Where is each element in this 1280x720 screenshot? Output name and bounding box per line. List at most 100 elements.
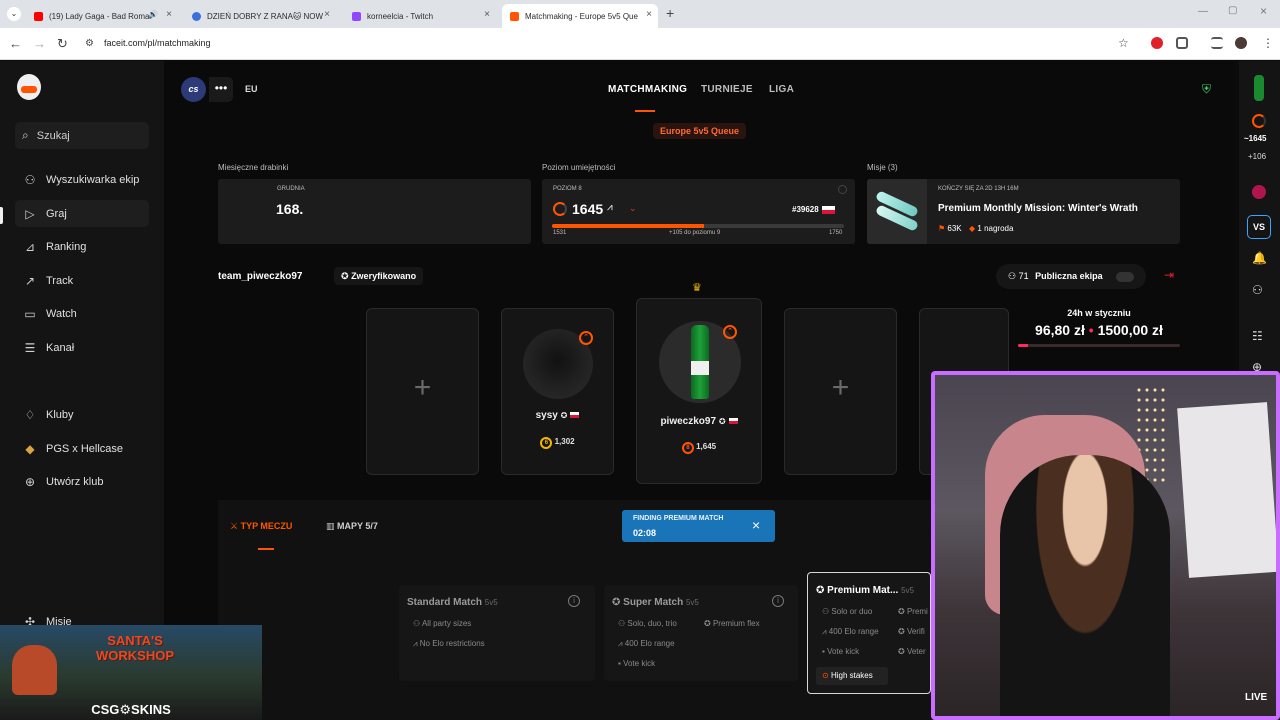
skill-level-card[interactable]: POZIOM 8 1645 ⩘ ⌄ #39628 1531 +105 do po… <box>542 179 855 244</box>
site-info-icon[interactable]: ⚙ <box>85 38 94 49</box>
info-icon[interactable]: i <box>568 595 580 607</box>
browser-tab-stream[interactable]: DZIEŃ DOBRY Z RANA🐱 NOW × <box>184 4 336 28</box>
profile-avatar[interactable] <box>1235 37 1247 49</box>
player-slot-self[interactable]: ⌃ piweczko97 ✪ 8 1,645 <box>636 298 762 484</box>
extensions-puzzle-icon[interactable] <box>1176 37 1188 49</box>
premium-flex-icon: ✪ <box>704 619 711 628</box>
sidebar-item-team-finder[interactable]: ⚇ Wyszukiwarka ekip <box>15 166 149 193</box>
minimize-button[interactable]: — <box>1198 6 1208 17</box>
sidebar-item-label: Ranking <box>46 240 87 253</box>
close-tab-icon[interactable]: × <box>646 9 652 20</box>
forward-icon[interactable]: → <box>33 36 46 51</box>
close-tab-icon[interactable]: × <box>324 9 330 20</box>
promo-title: SANTA'S WORKSHOP <box>96 633 174 663</box>
sidebar-item-ranking[interactable]: ⊿ Ranking <box>15 233 149 260</box>
close-tab-icon[interactable]: × <box>166 9 172 20</box>
url-field[interactable]: faceit.com/pl/matchmaking <box>104 38 211 48</box>
sidebar-item-watch[interactable]: ▭ Watch <box>15 300 149 327</box>
info-icon[interactable]: i <box>772 595 784 607</box>
tab-search-dropdown-icon[interactable]: ⌄ <box>7 7 21 21</box>
media-control-icon[interactable] <box>1211 37 1223 49</box>
tab-league[interactable]: LIGA <box>769 84 794 95</box>
browser-tab-twitch[interactable]: korneelcia - Twitch × <box>344 4 496 28</box>
sidebar-item-track[interactable]: ↗ Track <box>15 267 149 294</box>
tab-match-type-label: TYP MECZU <box>240 521 293 531</box>
goal-separator: • <box>1088 322 1094 338</box>
browser-tab-faceit[interactable]: Matchmaking - Europe 5v5 Que × <box>502 4 658 28</box>
promo-brand: CSG⚙SKINS <box>91 702 171 717</box>
super-match-card[interactable]: ✪ Super Match 5v5 i ⚇ Solo, duo, trio ✪ … <box>604 585 798 681</box>
rank-position: #39628 <box>792 205 835 214</box>
shield-icon[interactable]: ⛨ <box>1202 82 1211 97</box>
region-label[interactable]: EU <box>245 84 258 94</box>
browser-menu-icon[interactable]: ⋮ <box>1262 36 1274 50</box>
toggle-switch[interactable] <box>1116 272 1134 282</box>
friends-icon[interactable]: ⚇ <box>1252 283 1263 297</box>
empty-slot[interactable]: + <box>366 308 479 475</box>
info-icon[interactable] <box>838 185 847 194</box>
tab-matchmaking[interactable]: MATCHMAKING <box>608 84 687 95</box>
player-slot[interactable]: ⌃ sysy ✪ 6 1,302 <box>501 308 614 475</box>
tab-tournaments[interactable]: TURNIEJE <box>701 84 753 95</box>
card-mode: 5v5 <box>685 598 699 607</box>
sidebar-item-label: Kluby <box>46 408 74 421</box>
close-window-button[interactable]: × <box>1260 4 1267 18</box>
browser-tab-youtube[interactable]: (19) Lady Gaga - Bad Roma 🔊 × <box>26 4 178 28</box>
card-line: ⩘ No Elo restrictions <box>413 639 485 649</box>
card-line: ✪ Premium flex <box>704 619 760 628</box>
notifications-icon[interactable]: 🔔 <box>1252 251 1267 265</box>
queue-badge[interactable]: Europe 5v5 Queue <box>653 123 747 139</box>
sidebar-item-label: Kanał <box>46 341 75 354</box>
record-icon[interactable] <box>1252 185 1266 199</box>
empty-slot[interactable]: + <box>784 308 897 475</box>
verified-badge[interactable]: ✪ Zweryfikowano <box>334 267 424 285</box>
goal-progress-fill <box>1018 344 1029 347</box>
leave-party-icon[interactable]: ⇥ <box>1164 268 1174 282</box>
mission-card[interactable]: KOŃCZY SIĘ ZA 2D 13H 16M Premium Monthly… <box>867 179 1180 244</box>
youtube-icon <box>34 11 43 21</box>
sidebar-item-play[interactable]: ▷ Graj <box>15 200 149 227</box>
skill-heading: Poziom umiejętności <box>542 163 616 172</box>
card-line-text: Solo or duo <box>831 607 873 616</box>
sidebar-item-channel[interactable]: ☰ Kanał <box>15 334 149 361</box>
add-player-icon[interactable]: + <box>785 371 896 405</box>
bookmark-star-icon[interactable]: ☆ <box>1118 36 1129 50</box>
public-label: Publiczna ekipa <box>1035 271 1103 281</box>
verified-label: Zweryfikowano <box>351 271 417 281</box>
add-player-icon[interactable]: + <box>367 371 478 405</box>
reload-icon[interactable]: ↻ <box>57 36 68 52</box>
card-line-text: 400 Elo range <box>624 639 675 648</box>
address-bar: ← → ↻ ⚙ faceit.com/pl/matchmaking ☆ ⋮ <box>0 28 1280 60</box>
mini-elo: ~1645 <box>1244 134 1267 143</box>
reward-icon: ◆ <box>969 224 976 233</box>
stream-favicon-icon <box>192 11 201 21</box>
search-input[interactable]: ⌕ Szukaj <box>15 122 149 149</box>
back-icon[interactable]: ← <box>9 36 22 51</box>
party-list-icon[interactable]: ☷ <box>1252 329 1263 343</box>
extension-red-icon[interactable] <box>1151 37 1163 49</box>
tab-maps[interactable]: ▥ MAPY 5/7 <box>326 521 378 532</box>
user-logo-avatar[interactable] <box>17 74 41 100</box>
team-search-icon: ⚇ <box>24 172 36 187</box>
level-progress-fill <box>552 224 704 228</box>
cancel-search-button[interactable]: × <box>752 517 760 533</box>
flag-points-icon: ⚑ <box>938 224 946 233</box>
sidebar-item-create-club[interactable]: ⊕ Utwórz klub <box>15 468 149 495</box>
versus-button[interactable]: VS <box>1247 215 1271 239</box>
elo-trend-icon: ⩘ <box>822 627 827 636</box>
ranking-icon: ⊿ <box>24 239 36 254</box>
sidebar-item-clubs[interactable]: ♢ Kluby <box>15 401 149 428</box>
maximize-button[interactable]: ▢ <box>1228 5 1237 16</box>
new-tab-button[interactable]: + <box>666 5 674 21</box>
beer-avatar[interactable] <box>1254 75 1264 101</box>
more-options-icon[interactable]: ••• <box>209 77 233 102</box>
game-badge[interactable]: cs <box>181 77 206 102</box>
ladder-card[interactable]: GRUDNIA 168. <box>218 179 531 244</box>
sidebar-item-pgs-hellcase[interactable]: ◆ PGS x Hellcase <box>15 435 149 462</box>
close-tab-icon[interactable]: × <box>484 9 490 20</box>
premium-match-card[interactable]: ✪ Premium Mat... 5v5 ⚇ Solo or duo ✪ Pre… <box>807 572 931 694</box>
stakes-label: High stakes <box>830 671 873 680</box>
tab-match-type[interactable]: ⚔ TYP MECZU <box>230 521 292 532</box>
standard-match-card[interactable]: Standard Match 5v5 i ⚇ All party sizes ⩘… <box>399 585 595 681</box>
public-party-toggle[interactable]: ⚇ 71 Publiczna ekipa <box>996 264 1146 289</box>
